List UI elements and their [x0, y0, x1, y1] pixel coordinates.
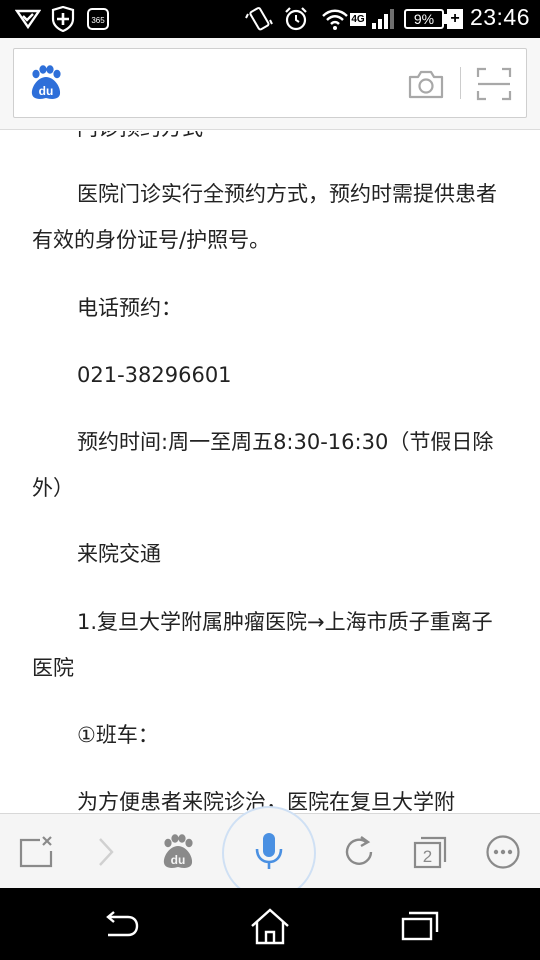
- baidu-du-logo[interactable]: du: [28, 65, 64, 101]
- cell-signal-icon: [370, 6, 396, 32]
- article-paragraph: 医院门诊实行全预约方式，预约时需提供患者有效的身份证号/护照号。: [32, 182, 497, 252]
- article-paragraph: 预约时间:周一至周五8:30-16:30（节假日除外）: [32, 430, 494, 500]
- article-paragraph: 电话预约：: [77, 296, 182, 320]
- clock: 23:46: [469, 4, 530, 30]
- section-heading-partial: 门诊预约方式: [32, 131, 512, 151]
- home-icon[interactable]: [248, 906, 292, 946]
- recent-apps-icon[interactable]: [398, 906, 442, 946]
- search-area: du: [0, 38, 540, 130]
- article-content[interactable]: 门诊预约方式 医院门诊实行全预约方式，预约时需提供患者有效的身份证号/护照号。 …: [0, 131, 540, 813]
- refresh-icon[interactable]: [339, 832, 379, 872]
- more-icon[interactable]: [483, 832, 523, 872]
- search-input[interactable]: du: [13, 48, 527, 118]
- svg-text:365: 365: [91, 16, 105, 25]
- tabs-icon[interactable]: 2: [410, 832, 450, 872]
- svg-text:du: du: [171, 853, 186, 867]
- app-365-icon: 365: [86, 6, 110, 32]
- section-heading: 来院交通: [77, 542, 161, 566]
- vibrate-icon: [244, 6, 274, 32]
- baidu-home-icon[interactable]: du: [158, 832, 198, 872]
- shield-plus-icon: [50, 6, 76, 32]
- article-paragraph: ①班车：: [77, 723, 159, 747]
- microphone-icon: [254, 831, 284, 875]
- battery-icon: 9%: [404, 9, 444, 29]
- svg-text:2: 2: [423, 847, 432, 866]
- phone-number[interactable]: 021-38296601: [32, 352, 512, 398]
- scan-icon[interactable]: [476, 67, 512, 101]
- search-divider: [460, 67, 461, 99]
- network-4g-icon: 4G: [350, 12, 366, 26]
- signal-check-icon: [14, 6, 42, 32]
- status-bar: 365 4G 9% + 23:46: [0, 0, 540, 38]
- voice-search-button[interactable]: [222, 806, 316, 900]
- close-page-icon[interactable]: [16, 832, 56, 872]
- camera-icon[interactable]: [408, 69, 444, 99]
- forward-icon[interactable]: [86, 832, 126, 872]
- back-icon[interactable]: [98, 906, 142, 946]
- charging-icon: +: [447, 9, 463, 29]
- browser-toolbar: du 2: [0, 806, 540, 900]
- svg-text:du: du: [39, 84, 54, 98]
- wifi-icon: [320, 6, 350, 32]
- article-paragraph: 1.复旦大学附属肿瘤医院→上海市质子重离子医院: [32, 610, 493, 680]
- alarm-icon: [282, 6, 310, 32]
- system-nav-bar: [0, 888, 540, 960]
- battery-level: 9%: [413, 11, 435, 27]
